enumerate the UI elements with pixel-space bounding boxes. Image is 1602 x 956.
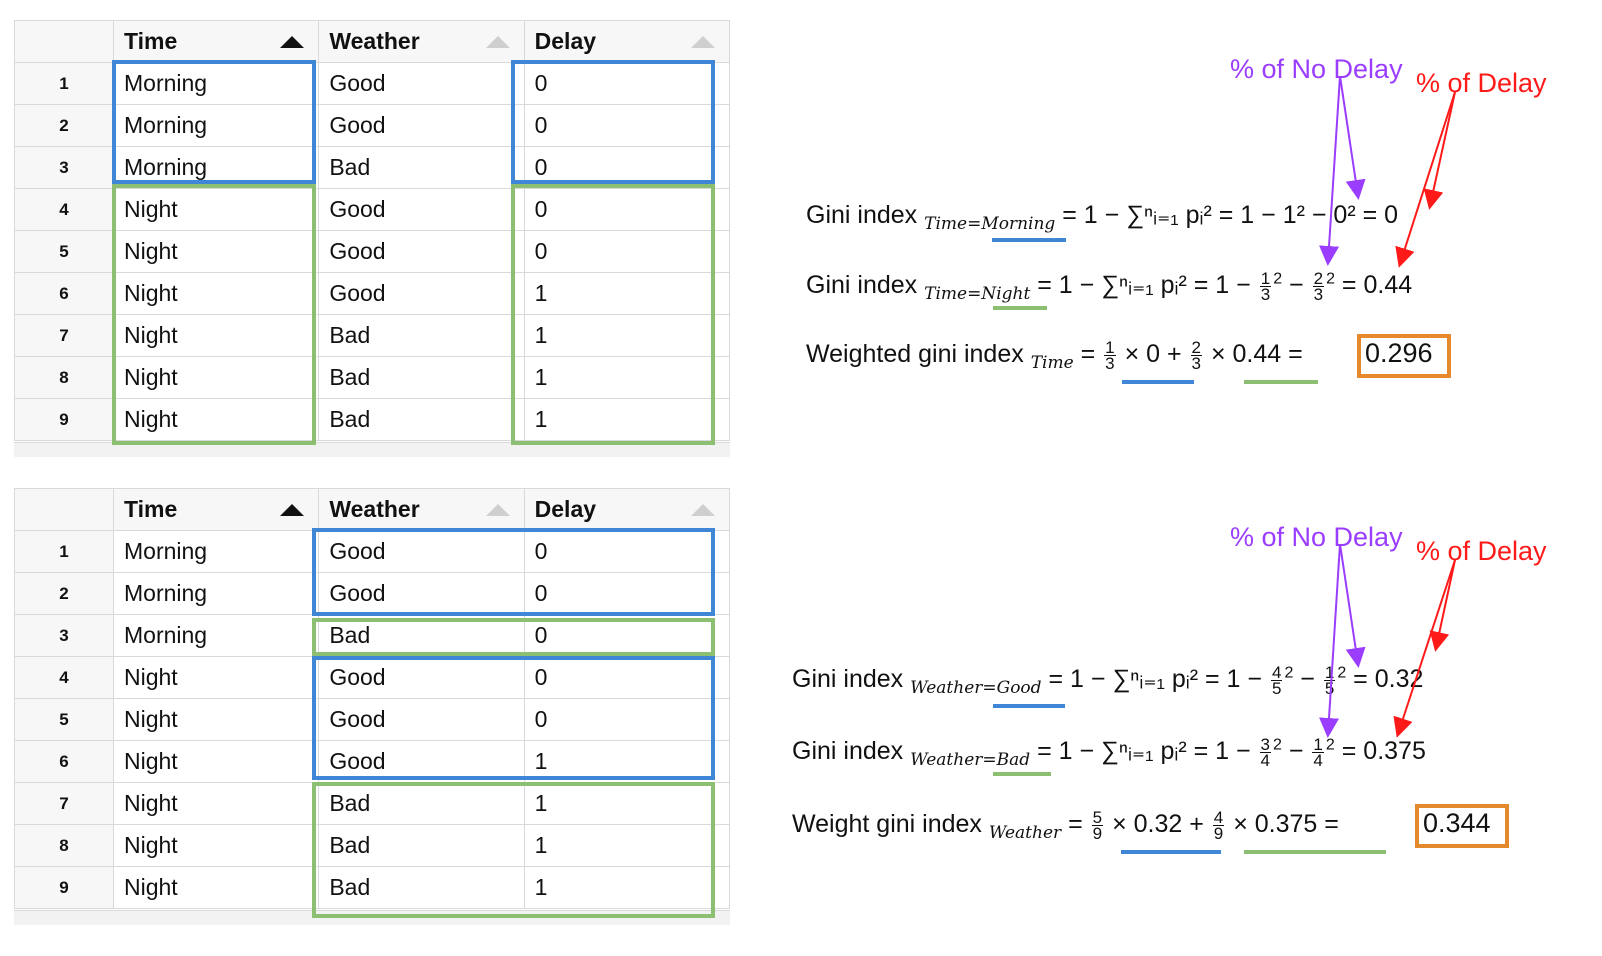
delay-arrow [1423, 91, 1456, 210]
delay-arrow [1429, 559, 1456, 652]
no-delay-arrow [1339, 543, 1366, 668]
delay-arrow [1395, 91, 1456, 268]
delay-arrow [1393, 559, 1456, 738]
no-delay-arrow [1319, 543, 1341, 738]
annotation-arrows [1319, 75, 1456, 738]
no-delay-arrow [1339, 75, 1366, 200]
no-delay-arrow [1319, 75, 1341, 266]
